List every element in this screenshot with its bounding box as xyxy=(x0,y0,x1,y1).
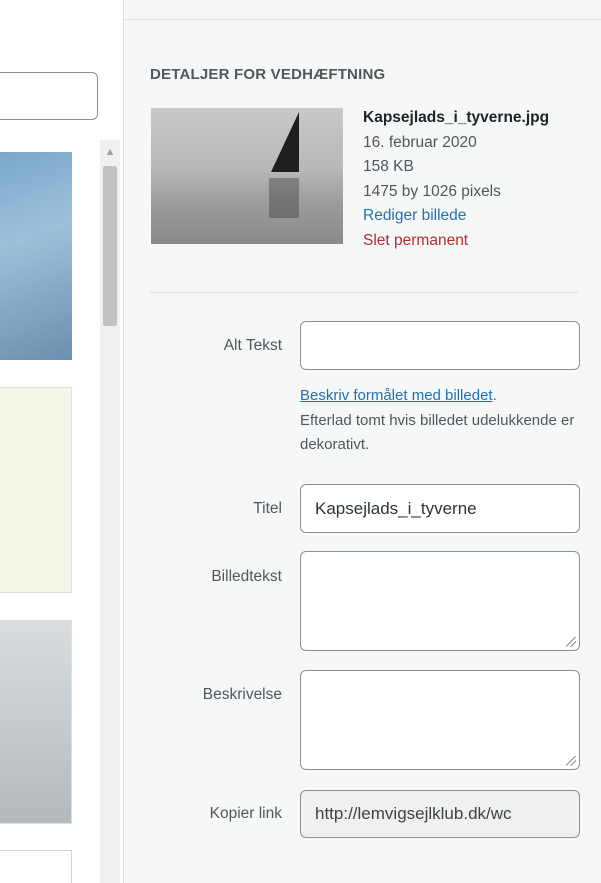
description-textarea[interactable] xyxy=(300,670,580,770)
attachment-meta: Kapsejlads_i_tyverne.jpg 16. februar 202… xyxy=(363,106,549,253)
attachment-dimensions: 1475 by 1026 pixels xyxy=(363,182,501,200)
attachment-details-sidebar: DETALJER FOR VEDHÆFTNING Kapsejlads_i_ty… xyxy=(125,0,601,883)
attachment-filename: Kapsejlads_i_tyverne.jpg xyxy=(363,109,550,126)
alt-text-input[interactable] xyxy=(300,321,580,370)
title-label: Titel xyxy=(253,500,282,517)
alt-text-label: Alt Tekst xyxy=(223,337,282,354)
description-label: Beskrivelse xyxy=(202,686,282,703)
media-thumbnail[interactable] xyxy=(0,850,72,883)
scrollbar-thumb[interactable] xyxy=(103,166,117,326)
media-thumbnail[interactable] xyxy=(0,387,72,593)
media-search-input[interactable] xyxy=(0,72,98,120)
details-divider xyxy=(150,292,578,293)
media-scrollbar[interactable]: ▲ xyxy=(100,140,120,883)
caption-textarea[interactable] xyxy=(300,551,580,651)
media-thumbnail[interactable] xyxy=(0,620,72,824)
copy-link-input[interactable]: http://lemvigsejlklub.dk/wc xyxy=(300,790,580,838)
title-input[interactable]: Kapsejlads_i_tyverne xyxy=(300,484,580,533)
attachment-date: 16. februar 2020 xyxy=(363,133,477,151)
delete-permanently-link[interactable]: Slet permanent xyxy=(363,229,549,254)
alt-text-help: Beskriv formålet med billedet. Efterlad … xyxy=(300,384,590,458)
sidebar-top-bar xyxy=(125,0,601,20)
sail-reflection xyxy=(269,178,299,218)
resize-handle-icon[interactable] xyxy=(566,637,576,647)
resize-handle-icon[interactable] xyxy=(566,756,576,766)
attachment-preview-image xyxy=(151,108,343,244)
help-period: . xyxy=(492,387,497,404)
media-thumbnail[interactable] xyxy=(0,152,72,360)
media-library-grid: ▲ xyxy=(0,0,124,883)
caption-label: Billedtekst xyxy=(211,568,282,585)
attachment-filesize: 158 KB xyxy=(363,158,414,175)
sailboat-shape xyxy=(271,112,299,172)
copy-link-label: Kopier link xyxy=(209,805,282,822)
describe-purpose-link[interactable]: Beskriv formålet med billedet xyxy=(300,387,493,404)
scroll-up-icon[interactable]: ▲ xyxy=(100,144,120,160)
alt-text-help-text: Efterlad tomt hvis billedet udelukkende … xyxy=(300,411,575,454)
attachment-details-heading: DETALJER FOR VEDHÆFTNING xyxy=(150,66,386,83)
edit-image-link[interactable]: Rediger billede xyxy=(363,204,549,229)
